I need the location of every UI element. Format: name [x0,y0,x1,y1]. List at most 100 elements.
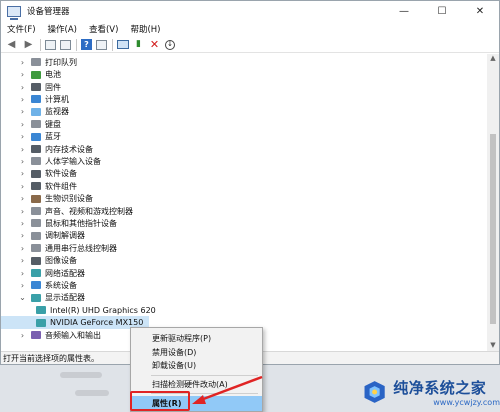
tree-item-label: 监视器 [45,107,69,117]
tree-category-item[interactable]: › 音频输入和输出 [1,329,101,342]
maximize-button[interactable]: ☐ [423,1,461,21]
chevron-right-icon[interactable]: › [18,231,27,240]
chevron-right-icon[interactable]: › [18,145,27,154]
tree-category-item[interactable]: › 监视器 [1,106,69,119]
chevron-right-icon[interactable]: › [18,107,27,116]
chevron-right-icon[interactable]: › [18,219,27,228]
tree-category-item[interactable]: › 键盘 [1,118,61,131]
tree-category-item[interactable]: › 调制解调器 [1,230,85,243]
scan-monitor-icon[interactable] [117,40,129,49]
mouse-icon [31,219,41,228]
chevron-right-icon[interactable]: › [18,120,27,129]
help-icon[interactable]: ? [81,39,92,50]
ctx-disable-device[interactable]: 禁用设备(D) [131,346,262,359]
tree-item-label: 电池 [45,70,61,80]
audio-icon [31,331,41,340]
show-hidden-icon[interactable] [96,39,107,50]
chevron-right-icon[interactable]: › [18,281,27,290]
tree-category-item[interactable]: › 系统设备 [1,279,77,292]
chevron-right-icon[interactable]: › [18,95,27,104]
menu-bar: 文件(F) 操作(A) 查看(V) 帮助(H) [1,21,499,37]
tree-category-item[interactable]: › 打印队列 [1,56,77,69]
chevron-right-icon[interactable]: › [18,244,27,253]
system-icon [31,281,41,290]
tree-category-item[interactable]: › 图像设备 [1,254,77,267]
chevron-right-icon[interactable]: › [18,182,27,191]
sound-icon [31,207,41,216]
biometric-icon [31,194,41,203]
tree-item-label: NVIDIA GeForce MX150 [50,318,144,328]
menu-action[interactable]: 操作(A) [46,22,79,36]
tree-category-item[interactable]: › 通用串行总线控制器 [1,242,117,255]
chevron-right-icon[interactable]: › [18,207,27,216]
battery-icon [31,70,41,79]
chevron-down-icon[interactable]: ⌄ [18,293,27,302]
tree-device-item[interactable]: Intel(R) UHD Graphics 620 [1,304,156,317]
chevron-right-icon[interactable]: › [18,169,27,178]
menu-help[interactable]: 帮助(H) [128,22,162,36]
chevron-right-icon[interactable]: › [18,58,27,67]
toolbar: ◀ ▶ ? ▮ ✕ ↓ [1,37,499,53]
window-title: 设备管理器 [27,7,70,17]
menu-file[interactable]: 文件(F) [5,22,38,36]
tree-category-item[interactable]: › 软件组件 [1,180,77,193]
watermark-logo-icon [364,381,385,403]
title-bar: 设备管理器 — ☐ ✕ [1,1,499,21]
tree-category-item[interactable]: › 蓝牙 [1,130,61,143]
tree-category-item[interactable]: › 内存技术设备 [1,143,93,156]
tree-category-item[interactable]: › 计算机 [1,93,69,106]
chevron-right-icon[interactable]: › [18,132,27,141]
keyboard-icon [31,120,41,129]
tree-category-item[interactable]: › 声音、视频和游戏控制器 [1,205,133,218]
background-blur [75,390,109,396]
hid-icon [31,157,41,166]
chevron-right-icon[interactable]: › [18,194,27,203]
ctx-scan-hardware[interactable]: 扫描检测硬件改动(A) [131,378,262,391]
software-device-icon [31,169,41,178]
minimize-button[interactable]: — [385,1,423,21]
tree-item-label: 蓝牙 [45,132,61,142]
tree-item-label: 声音、视频和游戏控制器 [45,206,133,216]
tree-item-label: 通用串行总线控制器 [45,243,117,253]
watermark-url: www.ycwjzy.com [433,398,500,407]
tree-item-label: 软件组件 [45,181,77,191]
tree-item-label: 系统设备 [45,280,77,290]
chevron-right-icon[interactable]: › [18,157,27,166]
close-button[interactable]: ✕ [461,1,499,21]
chevron-right-icon[interactable]: › [18,83,27,92]
chevron-right-icon[interactable]: › [18,269,27,278]
display-adapter-icon [36,318,46,327]
tree-item-label: 调制解调器 [45,231,85,241]
scroll-down-icon[interactable]: ▼ [487,341,499,351]
scroll-thumb[interactable] [490,134,496,324]
ctx-properties[interactable]: 属性(R) [131,396,262,411]
tree-category-item[interactable]: › 电池 [1,68,61,81]
forward-arrow-icon[interactable]: ▶ [22,39,35,51]
chevron-right-icon[interactable]: › [18,331,27,340]
ctx-update-driver[interactable]: 更新驱动程序(P) [131,332,262,345]
tree-category-item[interactable]: › 软件设备 [1,168,77,181]
scroll-up-icon[interactable]: ▲ [487,54,499,64]
tree-category-item[interactable]: › 网络适配器 [1,267,85,280]
ctx-uninstall-device[interactable]: 卸载设备(U) [131,359,262,372]
toolbar-separator [40,38,41,51]
vertical-scrollbar[interactable]: ▲ ▼ [487,54,499,351]
uninstall-x-icon[interactable]: ✕ [148,39,161,51]
tree-item-label: 图像设备 [45,256,77,266]
tree-category-item[interactable]: ⌄ 显示适配器 [1,292,85,305]
tree-category-item[interactable]: › 生物识别设备 [1,192,93,205]
chevron-right-icon[interactable]: › [18,70,27,79]
monitor-icon [31,107,41,116]
update-driver-icon[interactable]: ↓ [165,39,175,50]
menu-view[interactable]: 查看(V) [87,22,120,36]
tree-category-item[interactable]: › 鼠标和其他指针设备 [1,217,117,230]
tree-item-label: 鼠标和其他指针设备 [45,218,117,228]
tree-category-item[interactable]: › 固件 [1,81,61,94]
enable-device-icon[interactable]: ▮ [133,39,144,50]
view-icon[interactable] [60,39,71,50]
tree-category-item[interactable]: › 人体学输入设备 [1,155,101,168]
chevron-right-icon[interactable]: › [18,256,27,265]
back-arrow-icon[interactable]: ◀ [5,39,18,51]
properties-icon[interactable] [45,39,56,50]
tree-device-item[interactable]: NVIDIA GeForce MX150 [1,316,150,329]
